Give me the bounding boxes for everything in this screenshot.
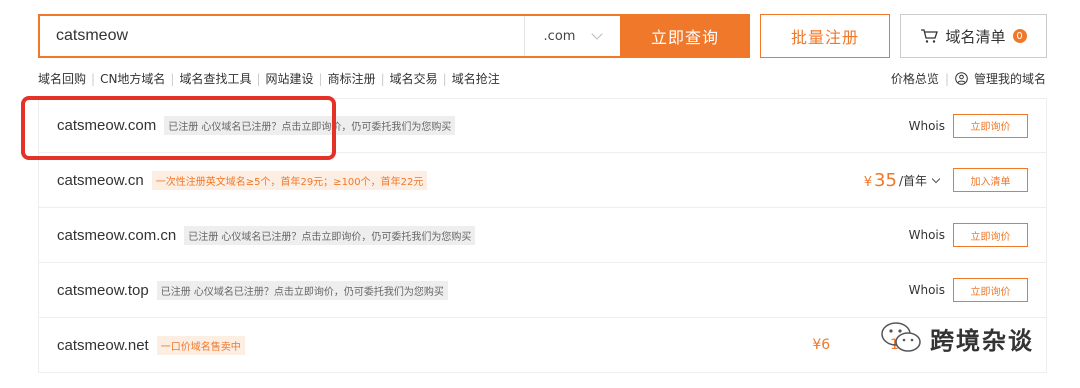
user-icon	[955, 72, 968, 85]
nav-divider: |	[380, 71, 385, 86]
nav-link-trademark[interactable]: 商标注册	[328, 70, 376, 87]
cart-label: 域名清单	[945, 27, 1006, 46]
status-tag: 已注册 心仪域名已注册？点击立即询价，仍可委托我们为您购买	[156, 280, 448, 300]
domain-name: catsmeow.net	[57, 336, 149, 354]
domain-name: catsmeow.com	[57, 117, 157, 134]
status-tag: 已注册 心仪域名已注册？点击立即询价，仍可委托我们为您购买	[184, 225, 476, 245]
domain-cart-button[interactable]: 域名清单 0	[900, 14, 1047, 58]
domain-name: catsmeow.top	[57, 281, 149, 299]
promo-tag: 一次性注册英文域名≥5个，首年29元；≥100个，首年22元	[151, 170, 428, 190]
cart-icon	[921, 29, 939, 43]
nav-link-buyback[interactable]: 域名回购	[38, 70, 86, 87]
nav-link-website[interactable]: 网站建设	[266, 70, 314, 87]
wechat-icon	[881, 322, 921, 352]
promo-tag: 一口价域名售卖中	[156, 335, 245, 355]
nav-link-trade[interactable]: 域名交易	[390, 70, 438, 87]
chevron-down-icon[interactable]	[931, 174, 941, 183]
tld-value: .com	[543, 28, 576, 44]
chevron-down-icon	[591, 28, 604, 40]
inquire-button[interactable]: 立即询价	[953, 223, 1028, 247]
result-row: catsmeow.top 已注册 心仪域名已注册？点击立即询价，仍可委托我们为您…	[38, 263, 1047, 318]
nav-divider: |	[442, 71, 447, 86]
nav-divider: |	[944, 71, 949, 86]
domain-name: catsmeow.com.cn	[57, 226, 177, 244]
whois-link[interactable]: Whois	[909, 228, 945, 242]
nav-divider: |	[170, 71, 175, 86]
inquire-button[interactable]: 立即询价	[953, 278, 1028, 302]
watermark: 跨境杂谈	[880, 320, 1034, 356]
cart-count-badge: 0	[1012, 29, 1027, 43]
price-unit-select[interactable]: /首年	[899, 172, 927, 189]
nav-link-finder[interactable]: 域名查找工具	[179, 70, 251, 87]
nav-link-cn-local[interactable]: CN地方域名	[100, 70, 165, 87]
result-row: catsmeow.cn 一次性注册英文域名≥5个，首年29元；≥100个，首年2…	[38, 153, 1047, 208]
whois-link[interactable]: Whois	[909, 119, 945, 133]
whois-link[interactable]: Whois	[909, 283, 945, 297]
result-row: catsmeow.com 已注册 心仪域名已注册？点击立即询价，仍可委托我们为您…	[38, 98, 1047, 153]
tld-select[interactable]: .com	[524, 16, 620, 56]
nav-link-snatch[interactable]: 域名抢注	[452, 70, 500, 87]
nav-divider: |	[256, 71, 261, 86]
search-input[interactable]	[40, 16, 524, 56]
result-row: catsmeow.com.cn 已注册 心仪域名已注册？点击立即询价，仍可委托我…	[38, 208, 1047, 263]
add-to-cart-button[interactable]: 加入清单	[953, 168, 1028, 192]
inquire-button[interactable]: 立即询价	[953, 113, 1028, 138]
query-button[interactable]: 立即查询	[620, 14, 750, 58]
domain-name: catsmeow.cn	[57, 171, 144, 189]
price: ¥35	[863, 169, 897, 191]
nav-right: 价格总览 | 管理我的域名	[891, 70, 1046, 87]
batch-register-button[interactable]: 批量注册	[760, 14, 890, 58]
status-tag: 已注册 心仪域名已注册？点击立即询价，仍可委托我们为您购买	[164, 116, 456, 135]
price-overview-link[interactable]: 价格总览	[891, 70, 939, 87]
nav-divider: |	[318, 71, 323, 86]
nav-divider: |	[91, 71, 96, 86]
search-bar: .com 立即查询	[38, 14, 750, 58]
watermark-text: 跨境杂谈	[930, 326, 1034, 355]
nav-links: 域名回购 | CN地方域名 | 域名查找工具 | 网站建设 | 商标注册 | 域名交易 | …	[38, 70, 500, 87]
manage-domains-link[interactable]: 管理我的域名	[974, 70, 1046, 87]
